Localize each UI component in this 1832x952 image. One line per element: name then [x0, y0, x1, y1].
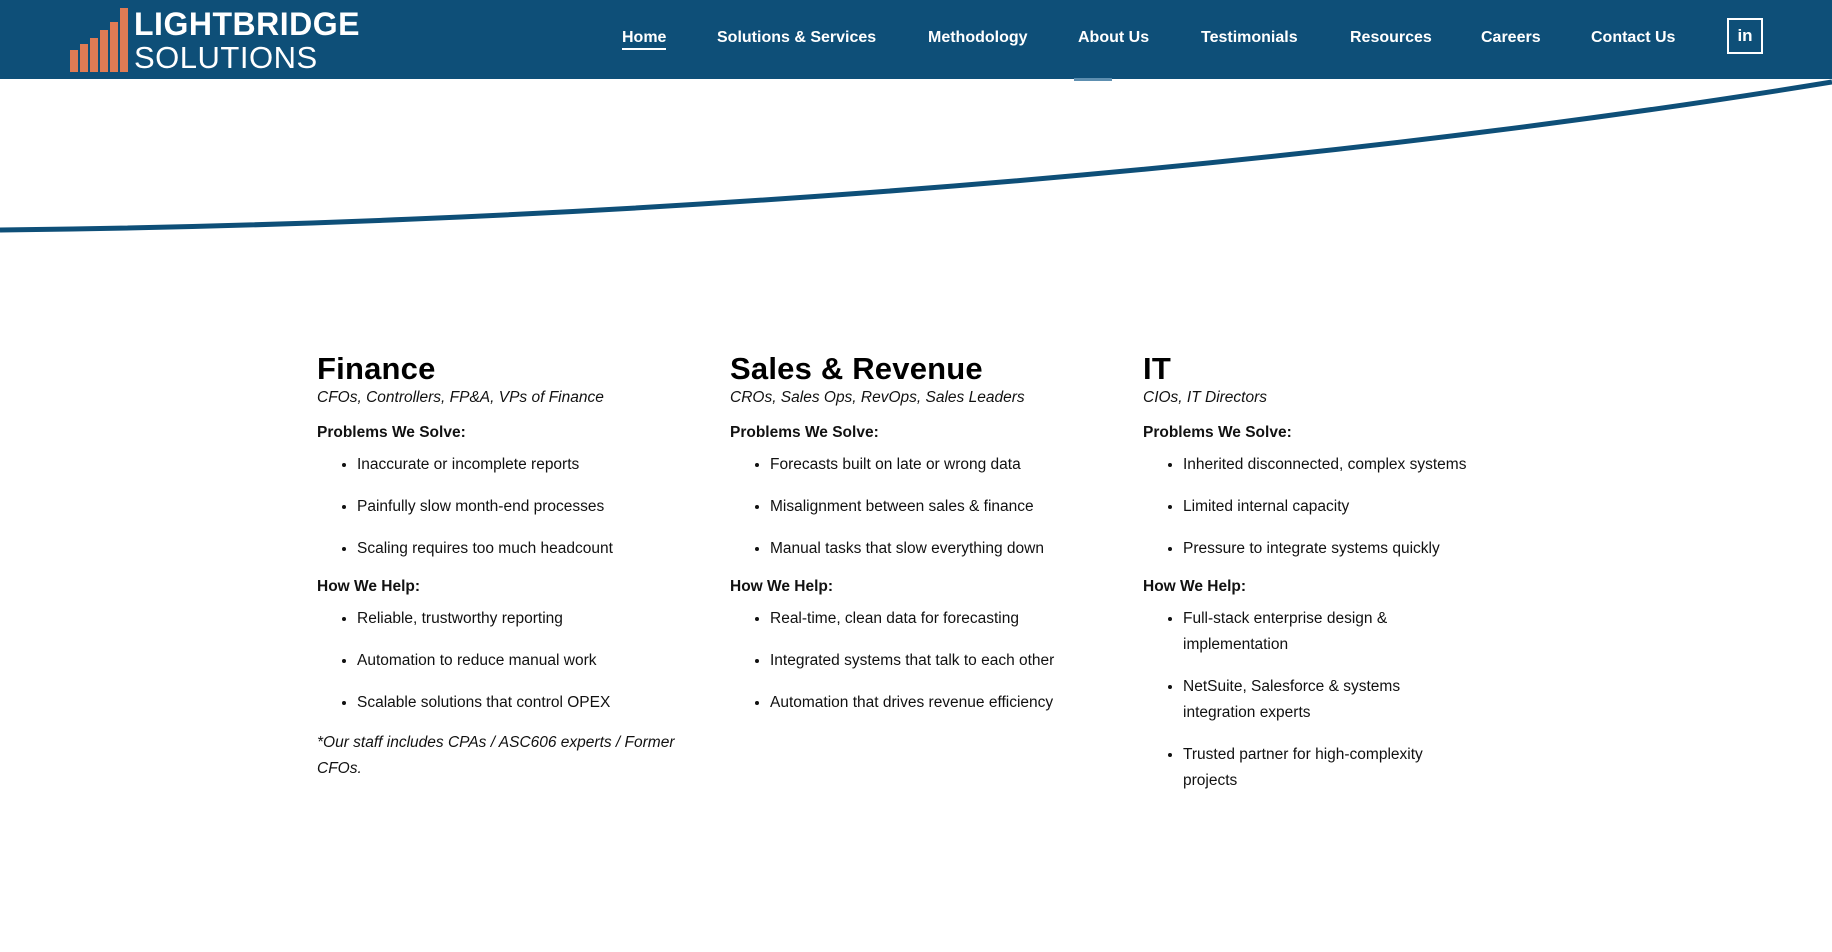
help-list: Full-stack enterprise design & implement…	[1143, 606, 1453, 794]
list-item: NetSuite, Salesforce & systems integrati…	[1183, 674, 1453, 726]
list-item: Inaccurate or incomplete reports	[357, 452, 707, 478]
column-subtitle: CFOs, Controllers, FP&A, VPs of Finance	[317, 389, 604, 407]
list-item: Misalignment between sales & finance	[770, 494, 1120, 520]
list-item: Trusted partner for high-complexity proj…	[1183, 742, 1453, 794]
site-header: LIGHTBRIDGE SOLUTIONS Home Solutions & S…	[0, 0, 1832, 79]
nav-resources[interactable]: Resources	[1350, 29, 1432, 47]
problems-label: Problems We Solve:	[730, 424, 879, 442]
help-label: How We Help:	[1143, 578, 1247, 596]
decorative-curve	[0, 79, 1832, 233]
column-subtitle: CROs, Sales Ops, RevOps, Sales Leaders	[730, 389, 1025, 407]
help-list: Reliable, trustworthy reporting Automati…	[317, 606, 707, 716]
nav-home[interactable]: Home	[622, 29, 667, 50]
list-item: Manual tasks that slow everything down	[770, 536, 1120, 562]
column-subtitle: CIOs, IT Directors	[1143, 389, 1268, 407]
list-item: Full-stack enterprise design & implement…	[1183, 606, 1453, 658]
list-item: Inherited disconnected, complex systems	[1183, 452, 1533, 478]
list-item: Pressure to integrate systems quickly	[1183, 536, 1533, 562]
list-item: Scalable solutions that control OPEX	[357, 690, 707, 716]
help-label: How We Help:	[317, 578, 421, 596]
list-item: Real-time, clean data for forecasting	[770, 606, 1070, 632]
linkedin-icon[interactable]: in	[1727, 18, 1763, 54]
main-nav: Home Solutions & Services Methodology Ab…	[0, 0, 1832, 79]
nav-contact-us[interactable]: Contact Us	[1591, 29, 1675, 47]
linkedin-label: in	[1737, 26, 1753, 45]
list-item: Scaling requires too much headcount	[357, 536, 707, 562]
it-column: IT CIOs, IT Directors Problems We Solve:…	[1143, 351, 1533, 810]
nav-careers[interactable]: Careers	[1481, 29, 1541, 47]
finance-column: Finance CFOs, Controllers, FP&A, VPs of …	[317, 351, 707, 782]
problems-list: Forecasts built on late or wrong data Mi…	[730, 452, 1120, 562]
list-item: Painfully slow month-end processes	[357, 494, 707, 520]
problems-list: Inherited disconnected, complex systems …	[1143, 452, 1533, 562]
nav-testimonials[interactable]: Testimonials	[1201, 29, 1298, 47]
nav-about-us[interactable]: About Us	[1078, 29, 1149, 47]
staff-note: *Our staff includes CPAs / ASC606 expert…	[317, 734, 675, 778]
list-item: Integrated systems that talk to each oth…	[770, 648, 1070, 674]
nav-solutions-services[interactable]: Solutions & Services	[717, 29, 876, 47]
list-item: Automation to reduce manual work	[357, 648, 707, 674]
list-item: Reliable, trustworthy reporting	[357, 606, 707, 632]
help-list: Real-time, clean data for forecasting In…	[730, 606, 1070, 716]
column-title: Sales & Revenue	[730, 351, 983, 386]
column-title: Finance	[317, 351, 436, 386]
problems-list: Inaccurate or incomplete reports Painful…	[317, 452, 707, 562]
list-item: Forecasts built on late or wrong data	[770, 452, 1120, 478]
nav-methodology[interactable]: Methodology	[928, 29, 1028, 47]
help-label: How We Help:	[730, 578, 834, 596]
column-title: IT	[1143, 351, 1171, 386]
problems-label: Problems We Solve:	[317, 424, 466, 442]
list-item: Limited internal capacity	[1183, 494, 1533, 520]
problems-label: Problems We Solve:	[1143, 424, 1292, 442]
list-item: Automation that drives revenue efficienc…	[770, 690, 1070, 716]
sales-revenue-column: Sales & Revenue CROs, Sales Ops, RevOps,…	[730, 351, 1120, 732]
